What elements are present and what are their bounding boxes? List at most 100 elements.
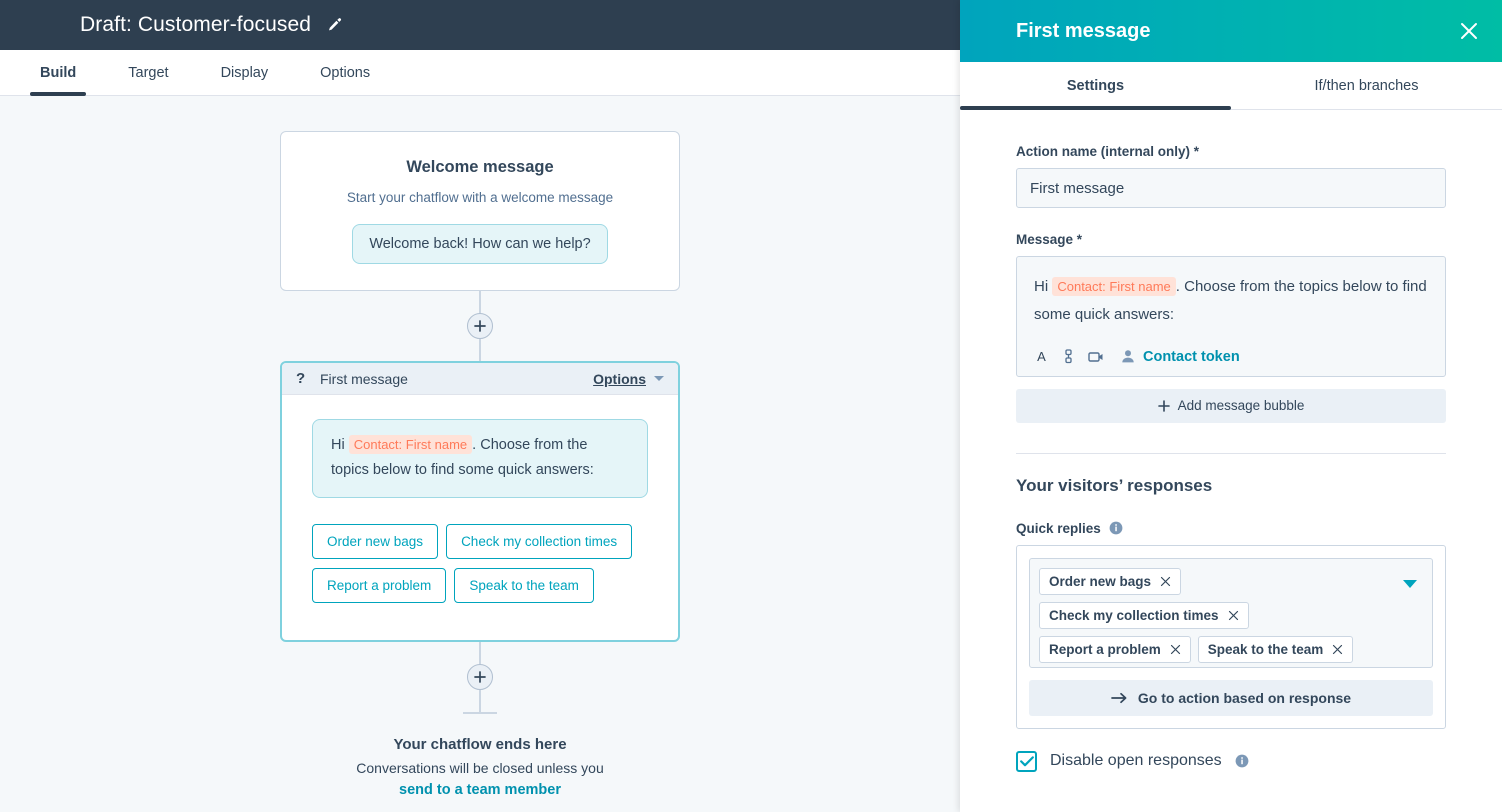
chip-report-a-problem[interactable]: Report a problem [1039, 635, 1191, 663]
quick-reply-speak-to-the-team[interactable]: Speak to the team [454, 567, 594, 603]
link-icon[interactable] [1062, 349, 1075, 364]
plus-icon [1157, 399, 1170, 412]
flow-end-block: Your chatflow ends here Conversations wi… [0, 736, 960, 798]
chip-label: Check my collection times [1049, 607, 1219, 623]
connector-top [280, 291, 680, 361]
connector-line [479, 339, 481, 361]
chatflow-editor: Draft: Customer-focused Build Target Dis… [0, 0, 1502, 812]
chip-label: Report a problem [1049, 641, 1161, 657]
tab-options-label: Options [320, 64, 371, 81]
message-editor[interactable]: Hi Contact: First name. Choose from the … [1016, 256, 1446, 377]
tab-build-label: Build [40, 64, 77, 81]
card-options-button[interactable]: Options [593, 371, 646, 387]
panel-tab-if-then-label: If/then branches [1314, 77, 1419, 94]
contact-person-icon [1121, 349, 1135, 364]
chip-check-my-collection-times[interactable]: Check my collection times [1039, 601, 1249, 629]
tab-target-label: Target [128, 64, 169, 81]
tab-options[interactable]: Options [310, 50, 380, 95]
text-format-icon[interactable]: A [1034, 349, 1049, 364]
quick-reply-order-new-bags[interactable]: Order new bags [312, 523, 439, 559]
welcome-card-title: Welcome message [406, 158, 554, 176]
quick-replies-label: Quick replies [1016, 520, 1101, 536]
plus-icon [474, 670, 486, 683]
first-message-card[interactable]: ? First message Options Hi Contact: Firs… [280, 361, 680, 642]
message-contact-token: Contact: First name [1052, 277, 1176, 296]
tab-display[interactable]: Display [211, 50, 279, 95]
chip-label: Order new bags [1049, 573, 1152, 589]
first-message-card-body: Hi Contact: First name. Choose from the … [282, 395, 678, 640]
panel-tab-settings[interactable]: Settings [960, 62, 1231, 110]
disable-open-responses-label: Disable open responses [1050, 752, 1222, 769]
message-label: Message * [1016, 232, 1083, 247]
flow-canvas: Welcome message Start your chatflow with… [0, 96, 960, 798]
card-message-bubble: Hi Contact: First name. Choose from the … [312, 419, 648, 498]
flow-end-subtitle: Conversations will be closed unless you [356, 759, 604, 776]
top-bar: Draft: Customer-focused [0, 0, 960, 50]
add-message-bubble-button[interactable]: Add message bubble [1016, 388, 1446, 423]
info-icon[interactable] [1109, 521, 1123, 535]
tab-bar: Build Target Display Options [0, 50, 960, 96]
page-title: Draft: Customer-focused [80, 13, 312, 36]
first-message-card-title: First message [320, 370, 408, 387]
connector-line [479, 291, 481, 313]
chip-order-new-bags[interactable]: Order new bags [1039, 567, 1182, 595]
chip-label: Speak to the team [1207, 641, 1324, 657]
chevron-down-icon[interactable] [1403, 579, 1417, 588]
action-name-input[interactable] [1016, 168, 1446, 208]
main-area: Draft: Customer-focused Build Target Dis… [0, 0, 960, 812]
quick-reply-report-a-problem[interactable]: Report a problem [312, 567, 447, 603]
pencil-icon[interactable] [327, 17, 343, 33]
add-message-bubble-label: Add message bubble [1177, 398, 1305, 413]
contact-token-button[interactable]: Contact token [1121, 349, 1240, 365]
connector-line [479, 689, 481, 712]
action-name-label: Action name (internal only) * [1016, 144, 1200, 159]
go-to-action-button[interactable]: Go to action based on response [1029, 679, 1433, 716]
chip-remove-icon[interactable] [1332, 644, 1343, 655]
card-bubble-prefix: Hi [331, 437, 345, 453]
flow-end-cap [463, 711, 497, 714]
info-icon[interactable] [1235, 754, 1249, 768]
send-to-team-member-link[interactable]: send to a team member [0, 782, 960, 798]
connector-bottom [280, 641, 680, 714]
quick-reply-check-my-collection-times[interactable]: Check my collection times [446, 523, 633, 559]
tab-target[interactable]: Target [118, 50, 178, 95]
quick-replies-chips: Order new bags Check my collection times [1039, 567, 1393, 663]
panel-tab-bar: Settings If/then branches [960, 62, 1502, 110]
chip-remove-icon[interactable] [1170, 644, 1181, 655]
action-settings-panel: First message Settings If/then branches … [960, 0, 1502, 812]
quick-replies-chips-box[interactable]: Order new bags Check my collection times [1029, 557, 1433, 668]
chip-remove-icon[interactable] [1160, 576, 1171, 587]
chevron-down-icon[interactable] [654, 376, 664, 381]
checkmark-icon [1019, 755, 1034, 766]
flow-end-title: Your chatflow ends here [393, 735, 567, 753]
panel-title: First message [1016, 19, 1151, 42]
plus-icon [474, 320, 486, 332]
contact-token-chip: Contact: First name [348, 435, 473, 454]
quick-reply-row-1: Order new bags Check my collection times [312, 523, 648, 559]
quick-replies-group: Order new bags Check my collection times [1016, 544, 1446, 729]
add-action-button-bottom[interactable] [467, 663, 493, 690]
welcome-message-card[interactable]: Welcome message Start your chatflow with… [280, 131, 680, 291]
message-editor-text[interactable]: Hi Contact: First name. Choose from the … [1017, 257, 1445, 343]
first-message-card-header: ? First message Options [282, 363, 678, 395]
chip-remove-icon[interactable] [1228, 610, 1239, 621]
editor-toolbar: A Contact token [1017, 343, 1445, 376]
section-divider [1016, 452, 1446, 454]
panel-body: Action name (internal only) * Message * … [960, 110, 1502, 812]
question-mark-icon: ? [296, 370, 306, 387]
add-action-button-top[interactable] [467, 313, 493, 339]
panel-header: First message [960, 0, 1502, 62]
visitors-responses-title: Your visitors’ responses [1016, 475, 1213, 495]
media-icon[interactable] [1088, 350, 1104, 364]
quick-reply-row-2: Report a problem Speak to the team [312, 567, 648, 603]
welcome-bubble: Welcome back! How can we help? [352, 224, 608, 264]
disable-open-responses-checkbox[interactable] [1016, 750, 1037, 772]
tab-display-label: Display [220, 64, 269, 81]
go-to-action-label: Go to action based on response [1137, 689, 1352, 706]
panel-tab-if-then-branches[interactable]: If/then branches [1231, 62, 1502, 109]
close-icon[interactable] [1458, 20, 1480, 42]
disable-open-responses-row: Disable open responses [1016, 750, 1446, 772]
welcome-card-subtitle: Start your chatflow with a welcome messa… [346, 190, 614, 205]
chip-speak-to-the-team[interactable]: Speak to the team [1197, 635, 1354, 663]
tab-build[interactable]: Build [30, 50, 87, 96]
